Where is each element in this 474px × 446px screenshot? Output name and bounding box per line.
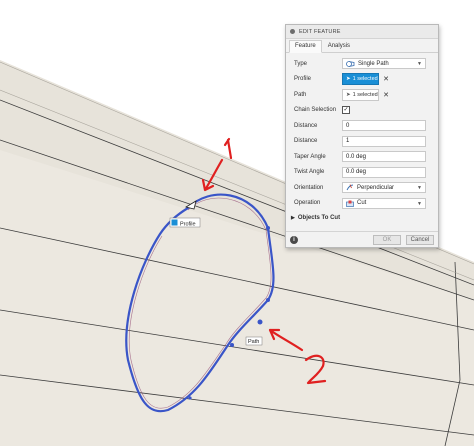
operation-select[interactable]: Cut ▼: [342, 197, 426, 209]
twist-angle-row: Twist Angle 0.0 deg: [286, 165, 438, 181]
info-icon[interactable]: i: [290, 235, 298, 244]
clear-path-icon[interactable]: ✕: [382, 91, 390, 99]
cut-icon: [346, 200, 354, 207]
tab-analysis[interactable]: Analysis: [322, 40, 356, 52]
taper-angle-row: Taper Angle 0.0 deg: [286, 149, 438, 165]
orientation-select[interactable]: Perpendicular ▼: [342, 182, 426, 194]
distance-label-2: Distance: [294, 138, 318, 145]
profile-tag-label: Profile: [180, 221, 196, 227]
orientation-value: Perpendicular: [357, 184, 395, 191]
chevron-down-icon: ▼: [417, 185, 422, 192]
cursor-arrow-icon: ➤: [346, 76, 351, 83]
dialog-title: EDIT FEATURE: [299, 28, 341, 35]
path-tag[interactable]: Path: [245, 336, 263, 346]
orientation-label: Orientation: [294, 184, 324, 191]
sweep-type-icon: [346, 60, 355, 67]
distance-label-1: Distance: [294, 122, 318, 129]
dialog-status-icon: [290, 29, 295, 34]
type-label: Type: [294, 60, 308, 67]
path-row: Path ➤ 1 selected ✕: [286, 87, 438, 103]
path-value: 1 selected: [352, 91, 378, 98]
expand-arrow-icon: ▶: [291, 215, 295, 221]
cancel-button[interactable]: Cancel: [406, 234, 434, 245]
orientation-row: Orientation Perpendicular ▼: [286, 180, 438, 196]
type-select[interactable]: Single Path ▼: [342, 58, 426, 70]
dialog-footer: i OK Cancel: [286, 231, 438, 247]
distance-row-1: Distance 0: [286, 118, 438, 134]
taper-angle-label: Taper Angle: [294, 153, 326, 160]
distance-row-2: Distance 1: [286, 134, 438, 150]
annotation-one: [223, 137, 233, 160]
operation-row: Operation Cut ▼: [286, 196, 438, 212]
path-select-button[interactable]: ➤ 1 selected: [342, 88, 379, 101]
ok-button[interactable]: OK: [373, 234, 401, 245]
clear-profile-icon[interactable]: ✕: [382, 75, 390, 83]
chain-selection-row: Chain Selection ✓: [286, 103, 438, 119]
chevron-down-icon: ▼: [417, 61, 422, 68]
operation-value: Cut: [357, 200, 367, 207]
cursor-arrow-icon: ➤: [346, 91, 351, 98]
chain-selection-checkbox[interactable]: ✓: [342, 106, 350, 115]
dialog-tabs: Feature Analysis: [286, 40, 438, 53]
perpendicular-icon: [346, 184, 354, 191]
objects-to-cut-section[interactable]: ▶ Objects To Cut: [286, 211, 438, 225]
twist-angle-input[interactable]: 0.0 deg: [342, 166, 426, 178]
profile-value: 1 selected: [352, 76, 378, 83]
objects-to-cut-label: Objects To Cut: [297, 215, 341, 221]
twist-angle-label: Twist Angle: [294, 169, 325, 176]
distance-input-2[interactable]: 1: [342, 135, 426, 147]
profile-row: Profile ➤ 1 selected ✕: [286, 72, 438, 88]
tab-feature[interactable]: Feature: [289, 40, 322, 53]
chevron-down-icon: ▼: [417, 200, 422, 207]
chain-selection-label: Chain Selection: [294, 107, 337, 114]
type-row: Type Single Path ▼: [286, 56, 438, 72]
profile-select-button[interactable]: ➤ 1 selected: [342, 73, 379, 86]
type-value: Single Path: [358, 60, 389, 67]
profile-label: Profile: [294, 76, 312, 83]
profile-tag[interactable]: Profile: [169, 217, 201, 227]
path-label: Path: [294, 91, 307, 98]
operation-label: Operation: [294, 200, 321, 207]
path-tag-label: Path: [248, 339, 259, 345]
dialog-title-bar[interactable]: EDIT FEATURE: [286, 25, 438, 39]
edit-feature-dialog[interactable]: EDIT FEATURE Feature Analysis Type Singl…: [285, 24, 439, 248]
distance-input-1[interactable]: 0: [342, 120, 426, 132]
taper-angle-input[interactable]: 0.0 deg: [342, 151, 426, 163]
